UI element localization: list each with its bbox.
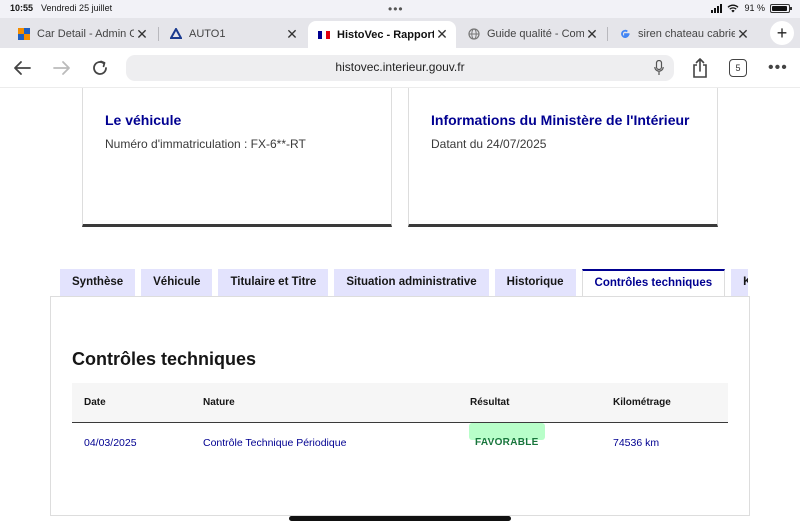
close-icon[interactable]: ✕ xyxy=(434,26,450,43)
close-icon[interactable]: ✕ xyxy=(735,26,751,43)
home-indicator[interactable] xyxy=(289,516,511,521)
browser-toolbar: histovec.interieur.gouv.fr 5 ••• xyxy=(0,48,800,88)
tab-separator xyxy=(158,27,159,41)
browser-tab-guide-qualite[interactable]: Guide qualité - Com ✕ xyxy=(458,22,606,46)
status-date: Vendredi 25 juillet xyxy=(41,3,113,13)
browser-tab-title: HistoVec - Rapport v xyxy=(337,28,434,41)
cellular-signal-icon xyxy=(711,3,723,13)
browser-tab-histovec[interactable]: HistoVec - Rapport v ✕ xyxy=(308,21,456,48)
browser-tab-car-detail[interactable]: Car Detail - Admin C ✕ xyxy=(8,22,156,46)
french-flag-icon xyxy=(318,29,330,41)
cell-nature: Contrôle Technique Périodique xyxy=(203,437,347,449)
cell-date: 04/03/2025 xyxy=(84,437,137,449)
controles-techniques-panel: Contrôles techniques Date Nature Résulta… xyxy=(50,296,750,516)
battery-icon xyxy=(770,3,792,13)
close-icon[interactable]: ✕ xyxy=(284,26,300,43)
tab-controles-techniques[interactable]: Contrôles techniques xyxy=(581,269,726,297)
plus-icon: + xyxy=(776,22,788,43)
vehicle-card: Le véhicule Numéro d'immatriculation : F… xyxy=(82,88,392,227)
tab-overview-button[interactable]: 5 xyxy=(729,59,747,77)
tab-vehicule[interactable]: Véhicule xyxy=(141,269,213,296)
google-icon xyxy=(619,28,631,40)
arrow-right-icon xyxy=(53,61,70,75)
ministry-card-title: Informations du Ministère de l'Intérieur xyxy=(431,112,690,128)
ministry-card: Informations du Ministère de l'Intérieur… xyxy=(408,88,718,227)
multitask-dots-icon[interactable]: ••• xyxy=(388,2,404,16)
registration-number: Numéro d'immatriculation : FX-6**-RT xyxy=(105,137,306,151)
reload-button[interactable] xyxy=(88,56,112,80)
arrow-left-icon xyxy=(14,61,31,75)
close-icon[interactable]: ✕ xyxy=(134,26,150,43)
tab-historique[interactable]: Historique xyxy=(494,269,576,296)
cell-mileage: 74536 km xyxy=(613,437,660,449)
browser-tab-title: Car Detail - Admin C xyxy=(37,28,134,40)
browser-tab-bar: Car Detail - Admin C ✕ AUTO1 ✕ HistoVec … xyxy=(0,18,800,48)
tab-titulaire-titre[interactable]: Titulaire et Titre xyxy=(218,269,329,296)
header-result: Résultat xyxy=(470,397,510,408)
battery-percent: 91 % xyxy=(744,3,765,13)
browser-tab-auto1[interactable]: AUTO1 ✕ xyxy=(160,22,306,46)
browser-tab-title: siren chateau cabrie xyxy=(638,28,735,40)
controles-table: Date Nature Résultat Kilométrage 04/03/2… xyxy=(72,383,728,463)
report-tabs: Synthèse Véhicule Titulaire et Titre Situat… xyxy=(60,269,748,297)
auto1-icon xyxy=(170,28,182,40)
back-button[interactable] xyxy=(10,56,34,80)
result-badge: FAVORABLE xyxy=(469,423,545,448)
header-nature: Nature xyxy=(203,397,235,408)
status-bar: 10:55 Vendredi 25 juillet ••• 91 % xyxy=(0,0,800,18)
close-icon[interactable]: ✕ xyxy=(584,26,600,43)
tab-situation-administrative[interactable]: Situation administrative xyxy=(334,269,489,296)
tab-separator xyxy=(607,27,608,41)
new-tab-button[interactable]: + xyxy=(770,21,794,45)
ministry-date: Datant du 24/07/2025 xyxy=(431,137,547,151)
globe-icon xyxy=(468,28,480,40)
vehicle-card-title: Le véhicule xyxy=(105,112,182,128)
reload-icon xyxy=(93,60,107,75)
forward-button[interactable] xyxy=(50,56,74,80)
header-mileage: Kilométrage xyxy=(613,397,671,408)
microphone-icon[interactable] xyxy=(654,60,664,76)
wifi-icon xyxy=(728,4,739,12)
browser-tab-google[interactable]: siren chateau cabrie ✕ xyxy=(609,22,757,46)
status-time: 10:55 xyxy=(10,3,34,13)
share-icon xyxy=(693,58,707,78)
tab-synthese[interactable]: Synthèse xyxy=(60,269,136,296)
grid-icon xyxy=(18,28,30,40)
address-bar[interactable]: histovec.interieur.gouv.fr xyxy=(126,55,674,81)
url-text: histovec.interieur.gouv.fr xyxy=(335,60,465,74)
more-icon[interactable]: ••• xyxy=(768,59,788,77)
table-row: 04/03/2025 Contrôle Technique Périodique… xyxy=(72,423,728,463)
table-header: Date Nature Résultat Kilométrage xyxy=(72,383,728,423)
header-date: Date xyxy=(84,397,106,408)
tab-kilometrage[interactable]: Kilométrage xyxy=(731,269,748,296)
share-button[interactable] xyxy=(688,56,712,80)
browser-tab-title: AUTO1 xyxy=(189,28,226,40)
section-title: Contrôles techniques xyxy=(72,349,257,369)
browser-tab-title: Guide qualité - Com xyxy=(487,28,584,40)
page-content: Le véhicule Numéro d'immatriculation : F… xyxy=(0,88,800,525)
